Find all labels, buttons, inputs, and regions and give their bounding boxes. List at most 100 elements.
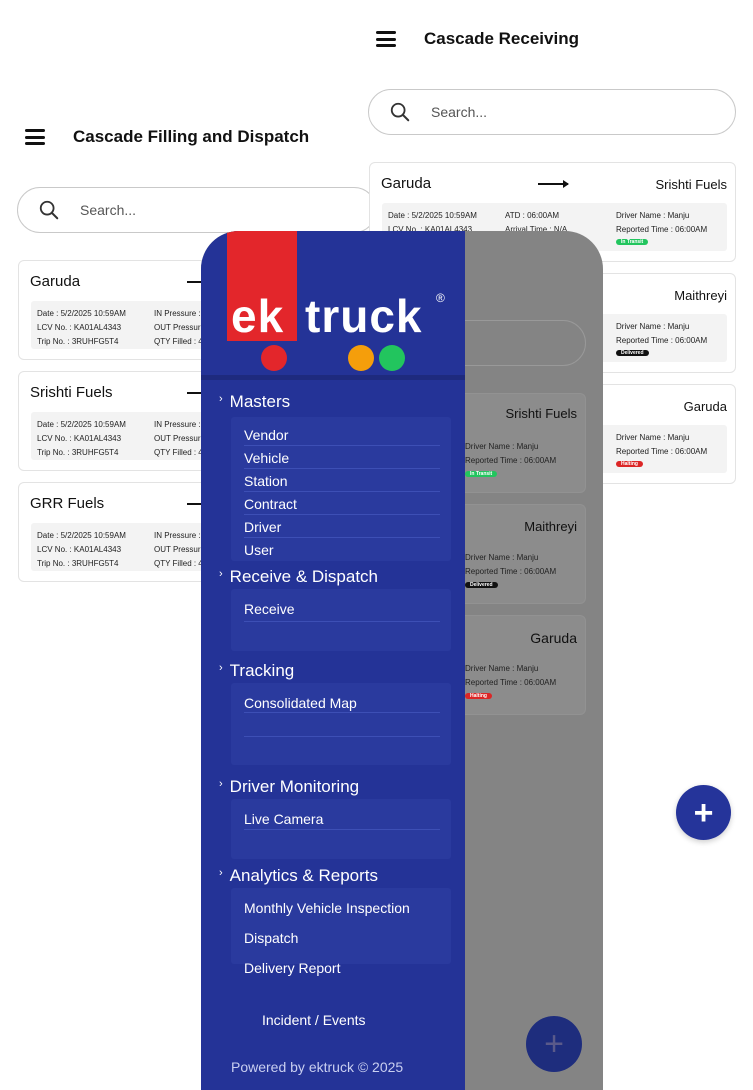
card-station-name: Garuda <box>30 273 81 290</box>
card-station-name: Srishti Fuels <box>30 384 113 401</box>
card-lcv: LCV No. : KA01AL4343 <box>37 434 122 443</box>
left-menu-icon[interactable] <box>25 129 45 145</box>
card-qty: QTY Filled : 4 <box>154 337 203 346</box>
card-reported: Reported Time : 06:00AM <box>616 336 708 345</box>
card-destination: Maithreyi <box>674 288 727 303</box>
card-lcv: LCV No. : KA01AL4343 <box>37 545 122 554</box>
card-destination: Garuda <box>530 630 577 646</box>
logo-wheel-green <box>379 345 405 371</box>
divider <box>244 445 440 446</box>
card-qty: QTY Filled : 4 <box>154 559 203 568</box>
status-badge: In Transit <box>465 471 498 477</box>
card-details: Date : 5/2/2025 10:59AM LCV No. : KA01AL… <box>31 412 229 460</box>
card-destination: Maithreyi <box>524 519 577 534</box>
card-destination: Srishti Fuels <box>655 177 727 192</box>
menu-item-driver[interactable]: Driver <box>244 519 281 535</box>
status-badge: In Transit <box>616 239 649 245</box>
card-destination: Srishti Fuels <box>505 406 577 421</box>
card-reported: Reported Time : 06:00AM <box>616 447 708 456</box>
right-search-input[interactable] <box>431 104 651 120</box>
chevron-right-icon: › <box>219 778 223 790</box>
divider <box>244 621 440 622</box>
card-out-pressure: OUT Pressur <box>154 323 201 332</box>
chevron-right-icon: › <box>219 662 223 674</box>
menu-item-monthly-vehicle-inspection[interactable]: Monthly Vehicle Inspection <box>244 900 410 916</box>
search-icon <box>39 200 59 220</box>
card-driver: Driver Name : Manju <box>616 211 690 220</box>
menu-section-tracking[interactable]: › Tracking <box>219 661 294 681</box>
menu-section-analytics-reports[interactable]: › Analytics & Reports <box>219 866 378 886</box>
divider <box>244 736 440 737</box>
card-source-name: Garuda <box>381 175 432 192</box>
card-date: Date : 5/2/2025 10:59AM <box>37 531 126 540</box>
divider <box>244 491 440 492</box>
card-driver: Driver Name : Manju <box>616 433 690 442</box>
status-badge: Halting <box>616 461 643 467</box>
menu-section-driver-monitoring[interactable]: › Driver Monitoring <box>219 777 359 797</box>
right-menu-icon[interactable] <box>376 31 396 47</box>
card-in-pressure: IN Pressure : <box>154 531 201 540</box>
menu-item-incident-events[interactable]: Incident / Events <box>262 1012 366 1028</box>
section-label: Analytics & Reports <box>229 866 379 885</box>
divider <box>244 712 440 713</box>
menu-section-masters[interactable]: › Masters <box>219 392 290 412</box>
menu-item-consolidated-map[interactable]: Consolidated Map <box>244 695 357 711</box>
card-reported: Reported Time : 06:00AM <box>465 456 557 465</box>
menu-item-vendor[interactable]: Vendor <box>244 427 288 443</box>
section-label: Receive & Dispatch <box>229 567 379 586</box>
card-details: Date : 5/2/2025 10:59AM LCV No. : KA01AL… <box>31 301 229 349</box>
status-badge: Delivered <box>465 582 498 588</box>
status-badge: Delivered <box>616 350 649 356</box>
card-out-pressure: OUT Pressur <box>154 545 201 554</box>
card-driver: Driver Name : Manju <box>465 442 539 451</box>
menu-section-receive-dispatch[interactable]: › Receive & Dispatch <box>219 567 378 587</box>
menu-item-receive[interactable]: Receive <box>244 601 295 617</box>
right-page-title: Cascade Receiving <box>424 29 579 48</box>
divider <box>244 829 440 830</box>
overlay-add-button[interactable]: + <box>526 1016 582 1072</box>
search-icon <box>390 102 410 122</box>
card-lcv: LCV No. : KA01AL4343 <box>37 323 122 332</box>
card-details: Date : 5/2/2025 10:59AM LCV No. : KA01AL… <box>31 523 229 571</box>
logo-text-truck: truck <box>305 290 423 342</box>
logo-wheel-orange <box>348 345 374 371</box>
left-page-title: Cascade Filling and Dispatch <box>73 127 310 146</box>
menu-item-station[interactable]: Station <box>244 473 288 489</box>
card-reported: Reported Time : 06:00AM <box>465 678 557 687</box>
menu-item-delivery-report[interactable]: Delivery Report <box>244 960 340 976</box>
card-trip: Trip No. : 3RUHFG5T4 <box>37 448 119 457</box>
card-date: Date : 5/2/2025 10:59AM <box>37 309 126 318</box>
card-atd: ATD : 06:00AM <box>505 211 560 220</box>
card-trip: Trip No. : 3RUHFG5T4 <box>37 337 119 346</box>
right-search-field[interactable] <box>368 89 736 135</box>
card-reported: Reported Time : 06:00AM <box>616 225 708 234</box>
divider <box>244 468 440 469</box>
menu-item-live-camera[interactable]: Live Camera <box>244 811 323 827</box>
chevron-right-icon: › <box>219 568 223 580</box>
card-driver: Driver Name : Manju <box>465 664 539 673</box>
section-label: Tracking <box>229 661 295 680</box>
registered-mark: ® <box>436 291 445 305</box>
status-badge: Halting <box>465 693 492 699</box>
sidebar-drawer: ek truck ® › Masters Vendor Vehicle Stat… <box>201 231 465 1090</box>
left-search-field[interactable] <box>17 187 377 233</box>
ektruck-logo: ek truck ® <box>201 231 465 377</box>
add-button[interactable]: + <box>676 785 731 840</box>
menu-item-vehicle[interactable]: Vehicle <box>244 450 289 466</box>
card-qty: QTY Filled : 4 <box>154 448 203 457</box>
card-date: Date : 5/2/2025 10:59AM <box>388 211 477 220</box>
card-destination: Garuda <box>683 399 727 414</box>
card-reported: Reported Time : 06:00AM <box>465 567 557 576</box>
submenu-background <box>231 589 451 651</box>
card-out-pressure: OUT Pressur <box>154 434 201 443</box>
card-driver: Driver Name : Manju <box>465 553 539 562</box>
left-search-input[interactable] <box>80 202 300 218</box>
logo-text-ek: ek <box>231 290 285 342</box>
card-driver: Driver Name : Manju <box>616 322 690 331</box>
logo-divider <box>201 375 465 380</box>
right-header: Cascade Receiving <box>376 29 579 49</box>
menu-item-user[interactable]: User <box>244 542 274 558</box>
chevron-right-icon: › <box>219 867 223 879</box>
menu-item-dispatch[interactable]: Dispatch <box>244 930 298 946</box>
menu-item-contract[interactable]: Contract <box>244 496 297 512</box>
